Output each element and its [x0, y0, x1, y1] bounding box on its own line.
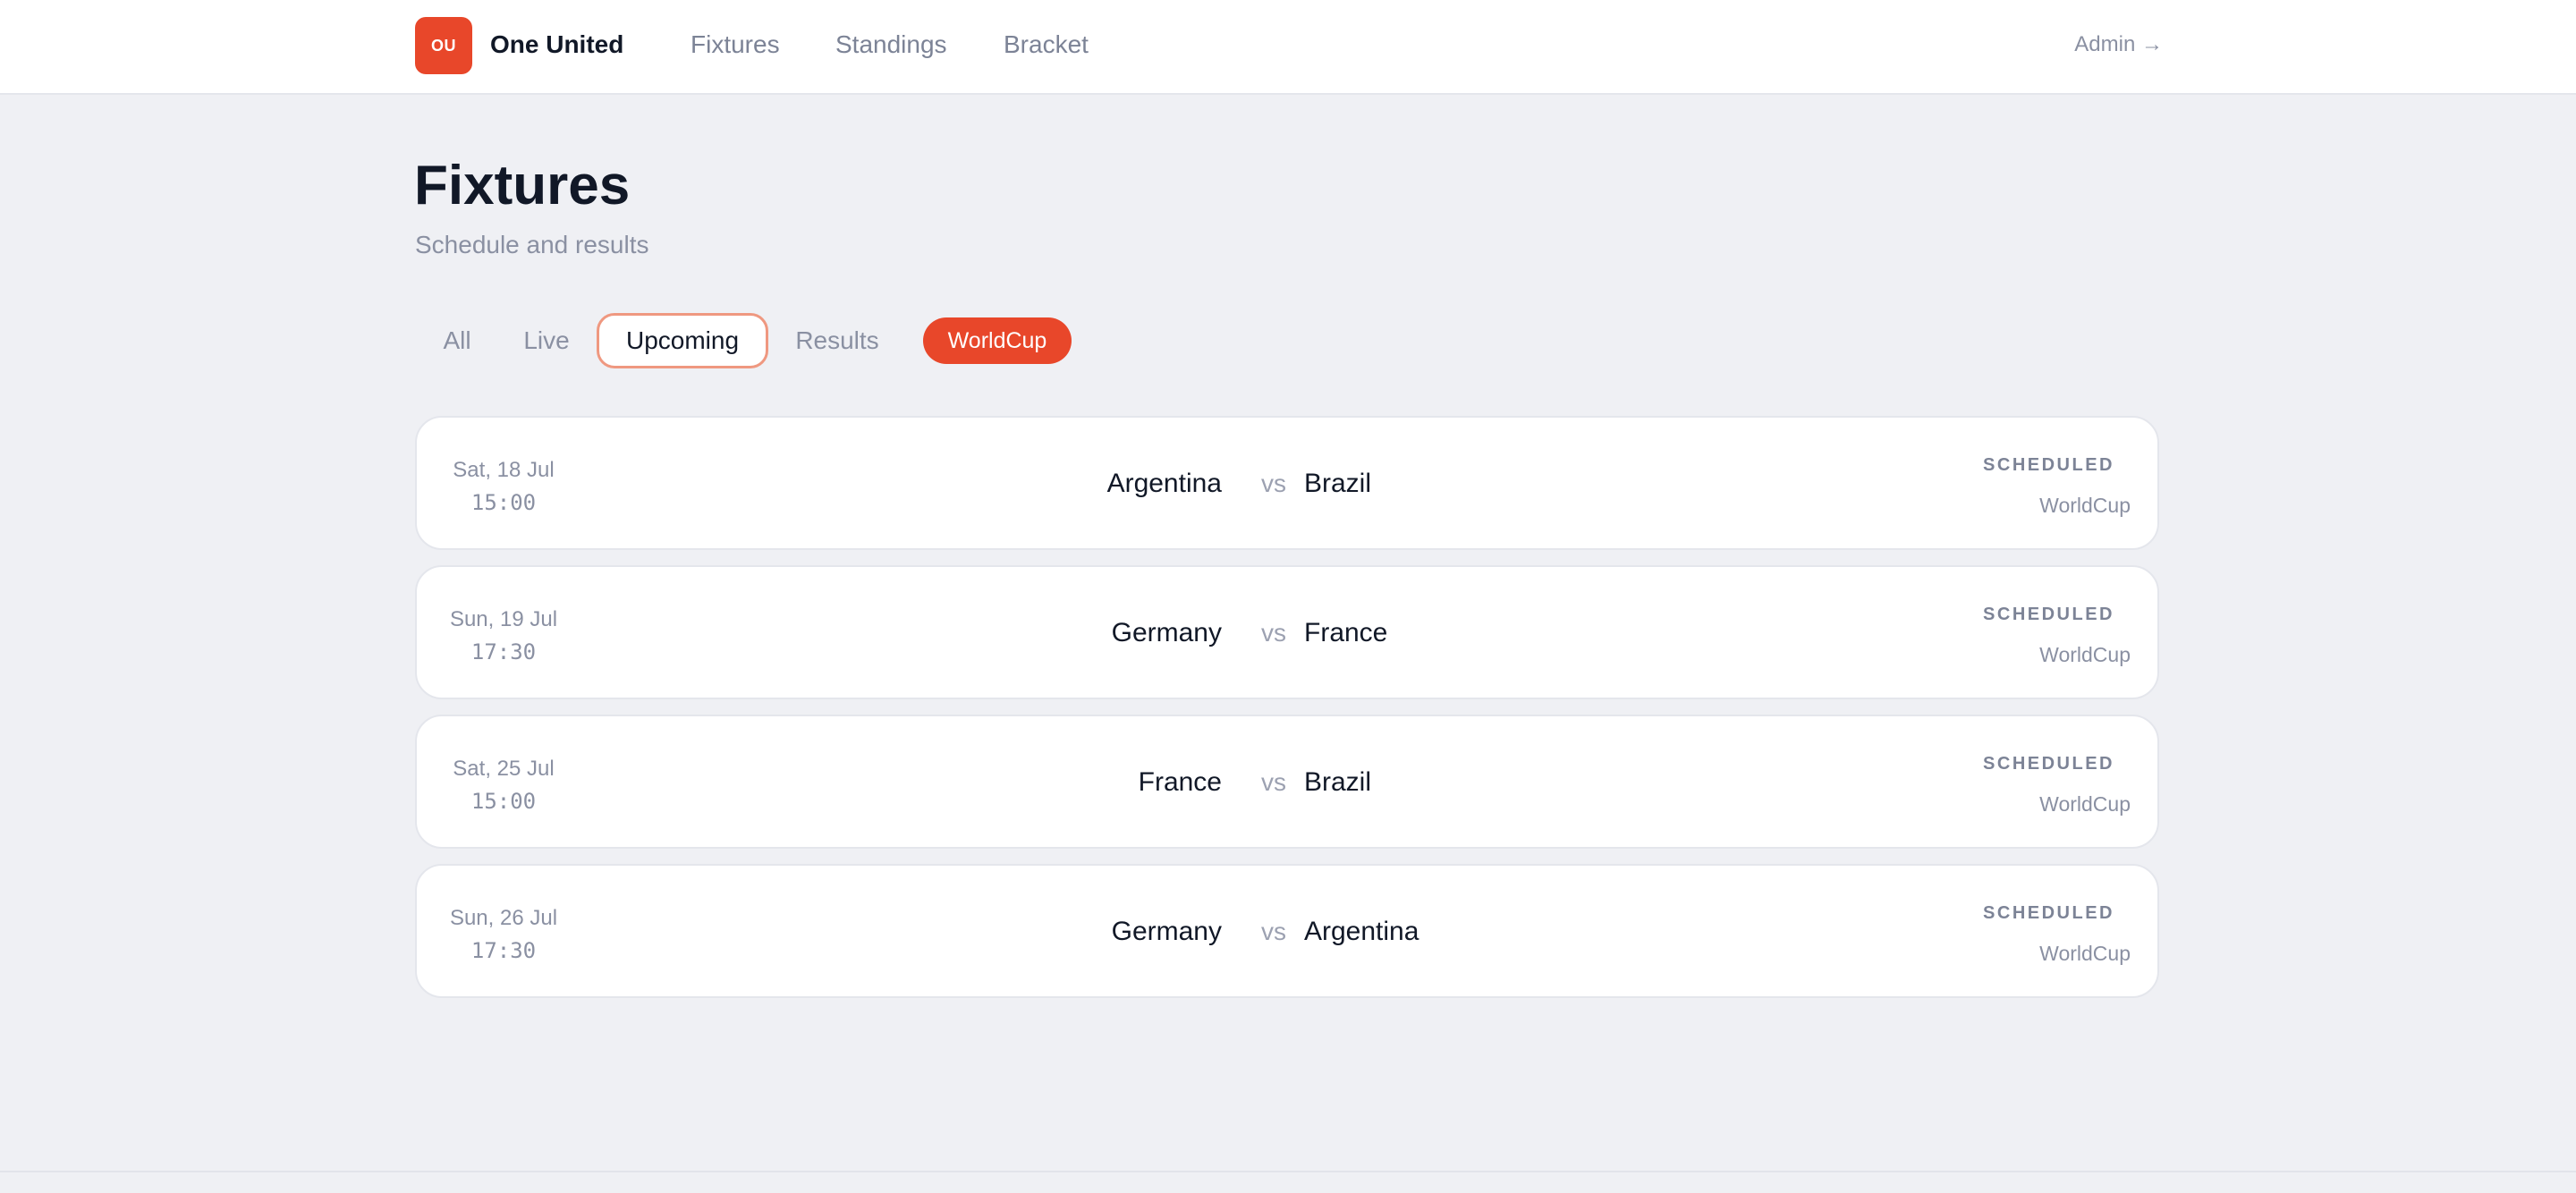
page-subtitle: Schedule and results	[415, 231, 649, 258]
admin-link[interactable]: Admin →	[2074, 29, 2163, 61]
fixture-time: 17:30	[470, 639, 537, 664]
competition-label: WorldCup	[2039, 643, 2131, 666]
away-team: Brazil	[1304, 469, 1372, 498]
home-team: Germany	[1111, 618, 1222, 647]
home-team: France	[1138, 767, 1222, 797]
brand-name[interactable]: One United	[490, 27, 623, 63]
status-badge: SCHEDULED	[1983, 605, 2114, 624]
away-team: Argentina	[1304, 917, 1419, 946]
fixture-card[interactable]: Sun, 26 Jul 17:30 Germany vs Argentina S…	[415, 864, 2159, 998]
fixture-date: Sat, 18 Jul	[453, 458, 555, 482]
fixture-date: Sun, 19 Jul	[449, 607, 558, 631]
nav-link-fixtures[interactable]: Fixtures	[691, 27, 780, 63]
status-badge: SCHEDULED	[1983, 754, 2114, 774]
footer-divider	[0, 1171, 2576, 1172]
competition-label: WorldCup	[2039, 942, 2131, 965]
away-team: France	[1304, 618, 1388, 647]
home-team: Germany	[1111, 917, 1222, 946]
fixture-date: Sun, 26 Jul	[449, 906, 558, 930]
versus-label: vs	[1261, 918, 1286, 945]
status-badge: SCHEDULED	[1983, 455, 2114, 475]
fixture-time: 17:30	[470, 938, 537, 963]
fixture-list: Sat, 18 Jul 15:00 Argentina vs Brazil SC…	[415, 416, 2159, 1013]
nav-link-standings[interactable]: Standings	[835, 27, 947, 63]
filter-tab-all[interactable]: All	[428, 313, 487, 368]
fixture-card[interactable]: Sat, 25 Jul 15:00 France vs Brazil SCHED…	[415, 715, 2159, 849]
competition-label: WorldCup	[2039, 792, 2131, 816]
fixture-time: 15:00	[470, 789, 537, 814]
fixture-card[interactable]: Sat, 18 Jul 15:00 Argentina vs Brazil SC…	[415, 416, 2159, 550]
competition-filter-worldcup[interactable]: WorldCup	[923, 317, 1072, 364]
fixture-card[interactable]: Sun, 19 Jul 17:30 Germany vs France SCHE…	[415, 565, 2159, 699]
versus-label: vs	[1261, 470, 1286, 497]
away-team: Brazil	[1304, 767, 1372, 797]
fixture-date: Sat, 25 Jul	[453, 757, 555, 781]
filter-tab-results[interactable]: Results	[780, 313, 894, 368]
versus-label: vs	[1261, 768, 1286, 796]
filter-tab-upcoming[interactable]: Upcoming	[597, 313, 768, 368]
fixture-time: 15:00	[470, 490, 537, 515]
nav-link-bracket[interactable]: Bracket	[1004, 27, 1089, 63]
page-title: Fixtures	[414, 155, 631, 216]
competition-label: WorldCup	[2039, 494, 2131, 517]
brand-logo[interactable]: OU	[415, 17, 472, 74]
status-badge: SCHEDULED	[1983, 903, 2114, 923]
home-team: Argentina	[1106, 469, 1222, 498]
versus-label: vs	[1261, 619, 1286, 647]
filter-tab-live[interactable]: Live	[508, 313, 585, 368]
top-navigation-bar: OU One United Fixtures Standings Bracket…	[0, 0, 2576, 95]
